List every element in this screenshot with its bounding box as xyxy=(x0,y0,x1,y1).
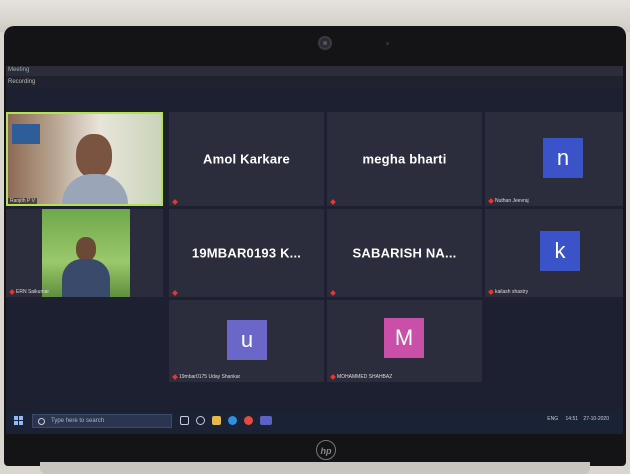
muted-indicator xyxy=(330,290,336,296)
cortana-icon[interactable] xyxy=(196,416,205,425)
hp-logo: hp xyxy=(316,440,336,460)
participant-tile-ranjith[interactable]: Ranjith P V xyxy=(6,112,163,206)
participant-body xyxy=(62,259,110,297)
participant-tile-erin[interactable]: ERN Saikumar xyxy=(6,209,163,297)
start-button[interactable] xyxy=(14,416,24,426)
participant-name-label: 19mbar0175 Uday Shankar xyxy=(172,374,240,380)
system-tray[interactable]: ENG 14:51 27-10-2020 xyxy=(547,416,609,422)
participant-tile-megha[interactable]: megha bharti xyxy=(327,112,482,206)
window-title: Meeting xyxy=(8,67,30,73)
taskbar-search-box[interactable]: Type here to search xyxy=(32,414,172,428)
laptop-screen: Meeting Recording Ranjith P V Amol Karka… xyxy=(6,66,623,434)
webcam-icon xyxy=(318,36,332,50)
task-view-icon[interactable] xyxy=(180,416,189,425)
participant-name-label: kailash shastry xyxy=(488,289,528,295)
muted-indicator xyxy=(172,199,178,205)
windows-taskbar: Type here to search ENG 14:51 27-10-2020 xyxy=(6,412,623,430)
muted-indicator xyxy=(172,290,178,296)
participant-face xyxy=(76,237,96,261)
file-explorer-icon[interactable] xyxy=(212,416,221,425)
participant-name: 19MBAR0193 K... xyxy=(191,245,302,261)
window-titlebar: Meeting xyxy=(6,66,623,76)
chrome-icon[interactable] xyxy=(244,416,253,425)
search-placeholder: Type here to search xyxy=(51,418,105,424)
edge-browser-icon[interactable] xyxy=(228,416,237,425)
participant-tile-kailash[interactable]: k kailash shastry xyxy=(485,209,623,297)
language-indicator: ENG xyxy=(547,416,559,422)
participant-tile-sabarish[interactable]: SABARISH NA... xyxy=(327,209,482,297)
participant-name-label: Ranjith P V xyxy=(8,198,37,204)
recording-bar: Recording xyxy=(6,76,623,88)
clock-time: 14:51 xyxy=(565,416,579,422)
participant-avatar: M xyxy=(384,318,424,358)
mic-off-icon xyxy=(172,374,178,380)
mic-off-icon xyxy=(330,374,336,380)
muted-indicator xyxy=(330,199,336,205)
participant-avatar: k xyxy=(540,231,580,271)
mic-off-icon xyxy=(488,198,494,204)
participant-tile-mbar[interactable]: 19MBAR0193 K... xyxy=(169,209,324,297)
mic-off-icon xyxy=(488,289,494,295)
participant-name: Amol Karkare xyxy=(203,151,290,167)
recording-label: Recording xyxy=(8,79,36,85)
mic-off-icon xyxy=(330,199,336,205)
mic-off-icon xyxy=(172,290,178,296)
mic-off-icon xyxy=(9,289,15,295)
microphone-dot xyxy=(386,42,389,45)
participant-name-label: Nuthan Jeevraj xyxy=(488,198,529,204)
participant-avatar: u xyxy=(227,320,267,360)
participant-tile-nuthan[interactable]: n Nuthan Jeevraj xyxy=(485,112,623,206)
participant-name-label: ERN Saikumar xyxy=(9,289,49,295)
laptop-base xyxy=(40,462,590,474)
participant-avatar: n xyxy=(543,138,583,178)
mic-off-icon xyxy=(330,290,336,296)
participant-name: megha bharti xyxy=(362,151,447,167)
participant-name-label: MOHAMMED SHAHBAZ xyxy=(330,374,392,380)
participant-tile-amol[interactable]: Amol Karkare xyxy=(169,112,324,206)
clock-date: 27-10-2020 xyxy=(583,416,609,422)
participant-tile-uday[interactable]: u 19mbar0175 Uday Shankar xyxy=(169,300,324,382)
video-screen-in-background xyxy=(12,124,40,144)
search-icon xyxy=(38,418,45,425)
mic-off-icon xyxy=(172,199,178,205)
participant-name: SABARISH NA... xyxy=(352,245,457,261)
participant-face xyxy=(76,134,112,178)
teams-app-icon[interactable] xyxy=(260,416,272,425)
participant-tile-mohammed[interactable]: M MOHAMMED SHAHBAZ xyxy=(327,300,482,382)
